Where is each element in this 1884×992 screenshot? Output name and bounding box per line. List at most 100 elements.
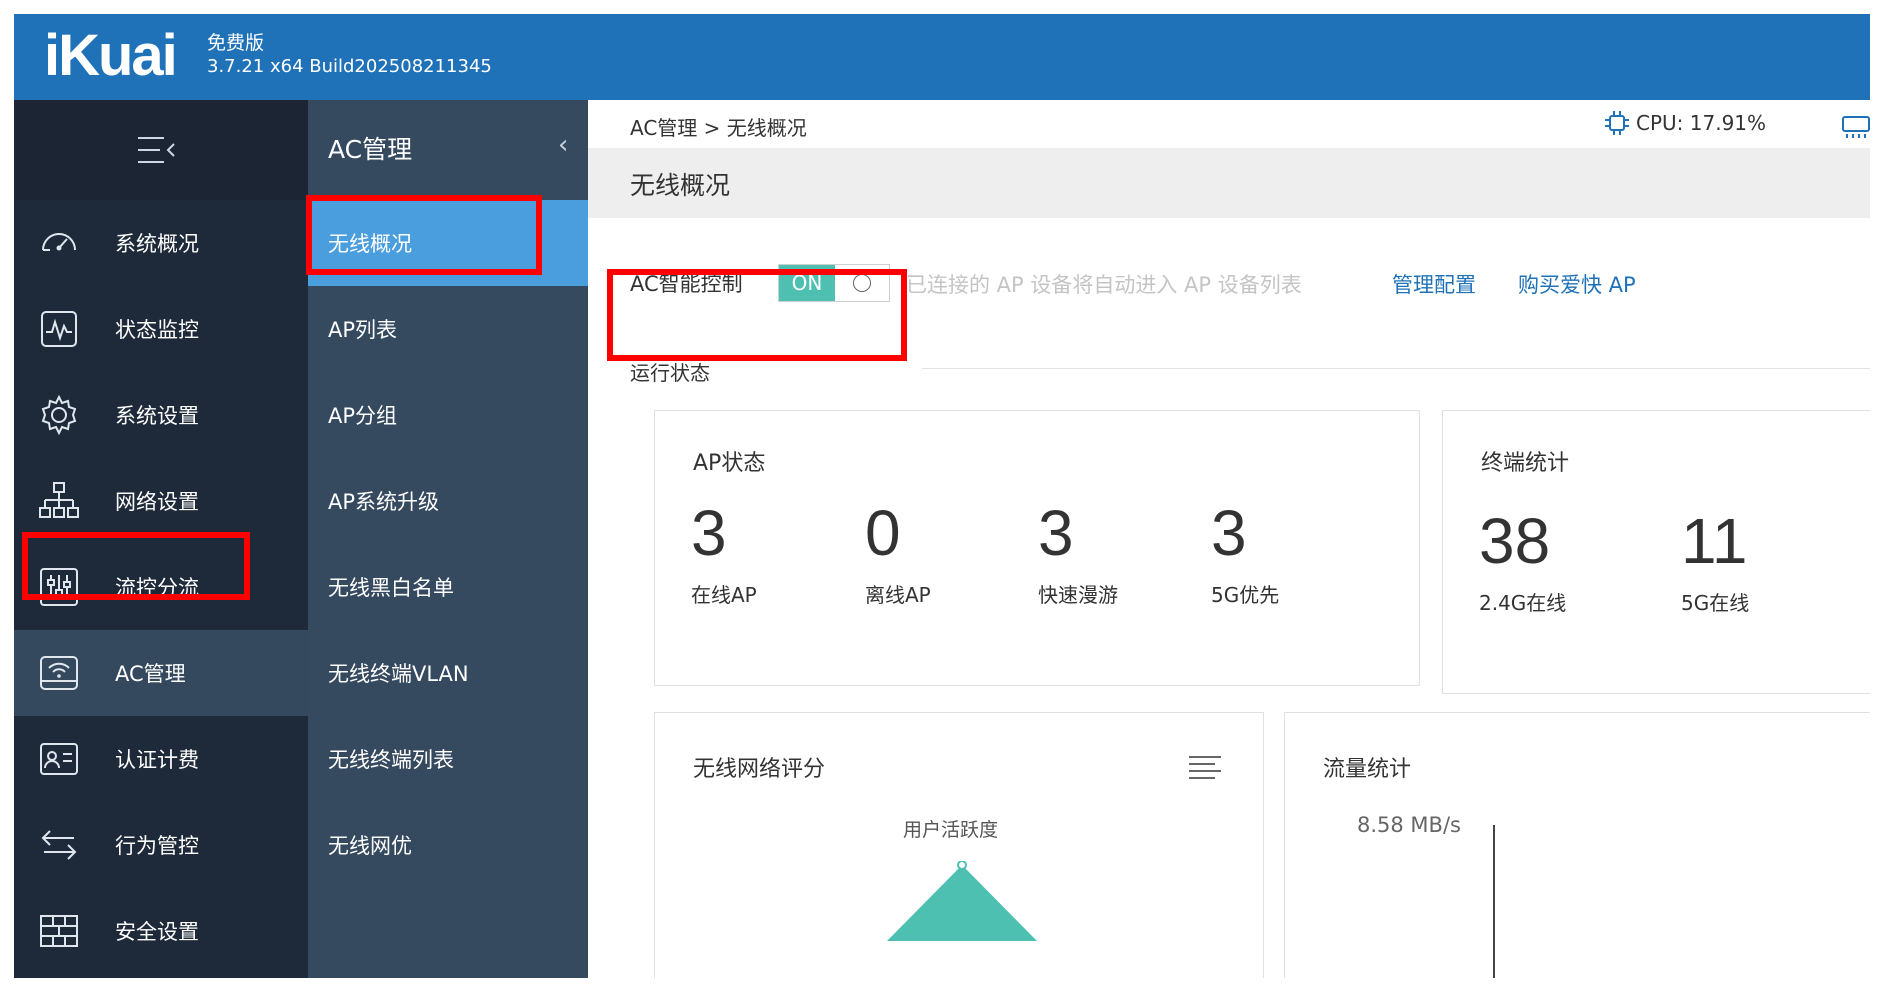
manage-config-link[interactable]: 管理配置 xyxy=(1392,269,1476,299)
stat-5g-online: 11 5G在线 xyxy=(1681,509,1749,616)
sidebar-item-auth-billing[interactable]: 认证计费 xyxy=(14,716,308,802)
sidebar-item-flow-control[interactable]: 流控分流 xyxy=(14,544,308,630)
top-bar: iKuai 免费版 3.7.21 x64 Build202508211345 xyxy=(14,14,1870,100)
subnav-item-label: AP系统升级 xyxy=(328,490,440,514)
cpu-chip-icon xyxy=(1605,111,1629,135)
subnav-item-label: 无线终端列表 xyxy=(328,748,454,772)
network-topology-icon xyxy=(39,482,79,518)
stat-label: 在线AP xyxy=(691,583,757,607)
stat-value: 3 xyxy=(1038,497,1074,569)
subnav-item-ap-upgrade[interactable]: AP系统升级 xyxy=(308,458,588,544)
breadcrumb: AC管理 > 无线概况 xyxy=(630,116,807,140)
cpu-usage-text: CPU: 17.91% xyxy=(1636,111,1767,135)
sliders-icon xyxy=(40,568,78,606)
edition-label: 免费版 xyxy=(207,32,265,54)
card-title: 终端统计 xyxy=(1481,451,1570,476)
wireless-score-card: 无线网络评分 用户活跃度 xyxy=(654,712,1264,978)
sidebar-item-system-settings[interactable]: 系统设置 xyxy=(14,372,308,458)
stat-label: 5G在线 xyxy=(1681,591,1750,615)
main-sidebar: 系统概况 状态监控 系统设置 网络设置 流控分流 AC管理 认证计费 行为管控 … xyxy=(14,100,308,978)
list-menu-icon[interactable] xyxy=(1187,753,1223,783)
stat-value: 3 xyxy=(1211,497,1247,569)
sidebar-item-system-overview[interactable]: 系统概况 xyxy=(14,200,308,286)
stat-5g-priority: 3 5G优先 xyxy=(1211,501,1279,608)
sidebar-item-label: AC管理 xyxy=(115,662,186,686)
radar-chart xyxy=(887,861,1037,941)
section-divider xyxy=(922,368,1870,369)
stat-value: 11 xyxy=(1681,505,1748,577)
sidebar-item-label: 流控分流 xyxy=(115,576,199,600)
ikuai-logo: iKuai xyxy=(44,23,178,88)
monitor-pulse-icon xyxy=(41,311,77,347)
stat-fast-roaming: 3 快速漫游 xyxy=(1038,501,1118,608)
page-title: 无线概况 xyxy=(630,171,731,200)
firewall-icon xyxy=(40,915,78,947)
stat-label: 2.4G在线 xyxy=(1479,591,1567,615)
sidebar-item-label: 安全设置 xyxy=(115,920,199,944)
toggle-on-label: ON xyxy=(779,265,835,301)
stat-value: 3 xyxy=(691,497,727,569)
card-title: 流量统计 xyxy=(1323,757,1412,782)
chevron-left-icon[interactable]: ‹ xyxy=(558,130,568,160)
subnav-item-ap-list[interactable]: AP列表 xyxy=(308,286,588,372)
gear-icon xyxy=(41,394,77,436)
cpu-indicator: CPU: 17.91% xyxy=(1604,110,1766,136)
app-window: iKuai 免费版 3.7.21 x64 Build202508211345 系… xyxy=(14,14,1870,978)
ac-control-label: AC智能控制 xyxy=(630,272,743,296)
subnav-item-wireless-acl[interactable]: 无线黑白名单 xyxy=(308,544,588,630)
subnav-item-label: 无线概况 xyxy=(328,232,412,256)
swap-arrows-icon xyxy=(41,830,77,860)
stat-value: 38 xyxy=(1479,505,1551,577)
subnav-item-ap-group[interactable]: AP分组 xyxy=(308,372,588,458)
traffic-stats-card: 流量统计 8.58 MB/s xyxy=(1284,712,1870,978)
terminal-stats-card: 终端统计 38 2.4G在线 11 5G在线 xyxy=(1442,410,1870,694)
stat-online-ap: 3 在线AP xyxy=(691,501,757,608)
sidebar-item-network-settings[interactable]: 网络设置 xyxy=(14,458,308,544)
sidebar-item-security[interactable]: 安全设置 xyxy=(14,888,308,974)
subnav-item-label: 无线终端VLAN xyxy=(328,662,469,686)
sidebar-item-behavior-control[interactable]: 行为管控 xyxy=(14,802,308,888)
sub-sidebar: AC管理 ‹ 无线概况 AP列表 AP分组 AP系统升级 无线黑白名单 无线终端… xyxy=(308,100,588,978)
memory-icon xyxy=(1842,116,1870,138)
subnav-item-terminal-list[interactable]: 无线终端列表 xyxy=(308,716,588,802)
page-header: 无线概况 xyxy=(588,148,1870,218)
card-title: AP状态 xyxy=(693,451,766,476)
ac-control-toggle[interactable]: ON xyxy=(778,264,890,302)
dashboard-icon xyxy=(42,233,76,251)
id-card-icon xyxy=(40,743,78,775)
radar-axis-label: 用户活跃度 xyxy=(903,819,999,841)
subnav-item-label: AP分组 xyxy=(328,404,398,428)
buy-ap-link[interactable]: 购买爱快 AP xyxy=(1518,269,1636,299)
sidebar-collapse-button[interactable] xyxy=(14,100,308,200)
sidebar-item-ac-management[interactable]: AC管理 xyxy=(14,630,308,716)
version-label: 3.7.21 x64 Build202508211345 xyxy=(207,56,492,77)
menu-collapse-icon xyxy=(138,137,175,163)
stat-value: 0 xyxy=(865,497,901,569)
subnav-item-label: 无线黑白名单 xyxy=(328,576,454,600)
subnav-item-terminal-vlan[interactable]: 无线终端VLAN xyxy=(308,630,588,716)
traffic-chart-axis xyxy=(1493,825,1495,978)
sidebar-item-label: 行为管控 xyxy=(115,834,199,858)
stat-offline-ap: 0 离线AP xyxy=(865,501,931,608)
subnav-item-label: 无线网优 xyxy=(328,834,412,858)
stat-24g-online: 38 2.4G在线 xyxy=(1479,509,1566,616)
sidebar-item-status-monitor[interactable]: 状态监控 xyxy=(14,286,308,372)
card-title: 无线网络评分 xyxy=(693,757,826,782)
wifi-router-icon xyxy=(40,656,78,690)
sidebar-item-label: 系统概况 xyxy=(115,232,199,256)
ap-status-card: AP状态 3 在线AP 0 离线AP 3 快速漫游 3 5G优先 xyxy=(654,410,1420,686)
subnav-title: AC管理 xyxy=(328,135,413,164)
main-content: AC管理 > 无线概况 CPU: 17.91% 无线概况 AC智能控制 ON 已… xyxy=(588,100,1870,978)
traffic-rate-label: 8.58 MB/s xyxy=(1357,813,1461,837)
subnav-item-wireless-optimize[interactable]: 无线网优 xyxy=(308,802,588,888)
toggle-off-circle-icon xyxy=(853,274,871,292)
sidebar-item-label: 网络设置 xyxy=(115,490,199,514)
stat-label: 快速漫游 xyxy=(1038,583,1118,607)
subnav-item-label: AP列表 xyxy=(328,318,398,342)
sidebar-item-label: 认证计费 xyxy=(115,748,199,772)
stat-label: 离线AP xyxy=(865,583,931,607)
sidebar-item-label: 系统设置 xyxy=(115,404,199,428)
ac-control-hint: 已连接的 AP 设备将自动进入 AP 设备列表 xyxy=(906,273,1302,297)
subnav-item-wireless-overview[interactable]: 无线概况 xyxy=(308,200,588,286)
sidebar-item-label: 状态监控 xyxy=(115,318,199,342)
